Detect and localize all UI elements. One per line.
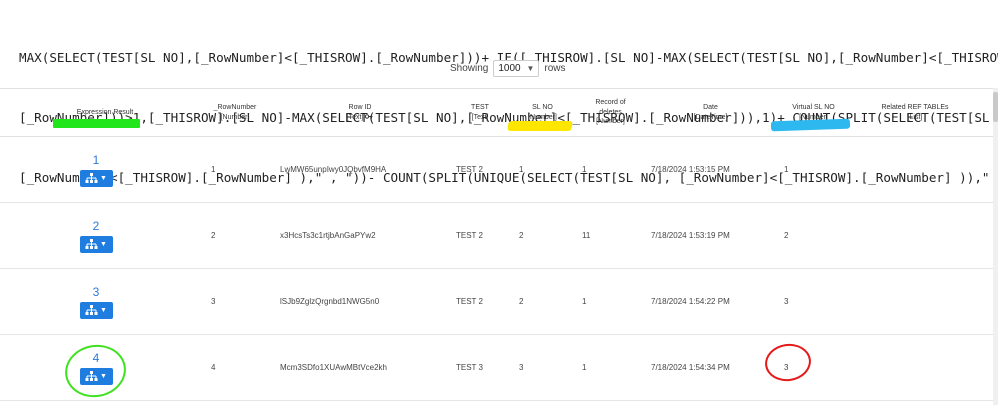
cell-test: TEST 2 [456,231,483,240]
highlight-expression-result [53,119,140,128]
column-header-row-id[interactable]: Row ID [Text] [320,89,400,136]
drill-down-button[interactable]: ▼ [79,169,113,187]
table-row[interactable]: 1 ▼ 1 LwMW65unpIwy0JQbvfM9HA TEST 2 1 1 7/18/20… [0,137,994,203]
table-row[interactable]: 2 ▼ 2 x3HcsTs3c1rtjbAnGaPYw2 TEST 2 2 11 7/18/2… [0,203,994,269]
vertical-scrollbar[interactable] [993,88,998,405]
column-header-date[interactable]: Date [DateTime] [678,89,743,136]
cell-expression-result: 1 ▼ [60,137,132,202]
column-header-test[interactable]: TEST [Text] [455,89,505,136]
cell-rownumber: 3 [211,297,216,306]
key-icon [365,114,373,119]
cell-date: 7/18/2024 1:54:34 PM [651,363,730,372]
cell-date: 7/18/2024 1:54:22 PM [651,297,730,306]
drill-down-button[interactable]: ▼ [79,235,113,253]
cell-virtual-sl-no: 3 [784,297,789,306]
cell-test: TEST 3 [456,363,483,372]
drill-down-button[interactable]: ▼ [79,301,113,319]
cell-row-id: LwMW65unpIwy0JQbvfM9HA [280,165,387,174]
cell-row-id: x3HcsTs3c1rtjbAnGaPYw2 [280,231,376,240]
showing-label: Showing [450,63,489,74]
cell-row-id: Mcm3SDfo1XUAwMBtVce2kh [280,363,387,372]
chevron-down-icon: ▼ [100,240,107,248]
hierarchy-icon [85,239,98,249]
cell-rownumber: 1 [211,165,216,174]
cell-sl-no: 2 [519,231,524,240]
expression-result-value[interactable]: 1 [93,153,100,167]
table-body: 1 ▼ 1 LwMW65unpIwy0JQbvfM9HA TEST 2 1 1 7/18/20… [0,137,994,401]
cell-record-of-deletes: 1 [582,165,587,174]
cell-test: TEST 2 [456,297,483,306]
chevron-down-icon: ▼ [526,64,535,73]
cell-record-of-deletes: 1 [582,297,587,306]
expression-result-value[interactable]: 3 [93,285,100,299]
results-table: Expression Result _RowNumber [Number] Ro… [0,88,994,401]
cell-record-of-deletes: 1 [582,363,587,372]
column-header-rownumber[interactable]: _RowNumber [Number] [200,89,270,136]
table-row[interactable]: 3 ▼ 3 lSJb9ZglzQrgnbd1NWG5n0 TEST 2 2 1 7/18/20… [0,269,994,335]
chevron-down-icon: ▼ [100,174,107,182]
rows-select-value: 1000 [498,63,521,74]
cell-rownumber: 4 [211,363,216,372]
cell-sl-no: 2 [519,297,524,306]
cell-sl-no: 3 [519,363,524,372]
cell-row-id: lSJb9ZglzQrgnbd1NWG5n0 [280,297,380,306]
cell-test: TEST 2 [456,165,483,174]
cell-date: 7/18/2024 1:53:19 PM [651,231,730,240]
hierarchy-icon [85,173,98,183]
hierarchy-icon [85,305,98,315]
column-header-record-of-deletes[interactable]: Record of deletes [Number] [583,89,638,136]
cell-expression-result: 2 ▼ [60,203,132,268]
table-row[interactable]: 4 ▼ 4 Mcm3SDfo1XUAwMBtVce2kh TEST 3 3 1 7/18/20… [0,335,994,401]
cell-sl-no: 1 [519,165,524,174]
chevron-down-icon: ▼ [100,306,107,314]
cell-record-of-deletes: 11 [582,231,591,240]
cell-rownumber: 2 [211,231,216,240]
column-header-related-ref-tables[interactable]: Related REF TABLEs [List] [870,89,960,136]
expression-result-value[interactable]: 2 [93,219,100,233]
table-header: Expression Result _RowNumber [Number] Ro… [0,88,994,137]
rows-label: rows [544,63,566,74]
highlight-sl-no [507,121,573,131]
rows-pager: Showing 1000 ▼ rows [450,60,565,77]
column-header-expression-result[interactable]: Expression Result [60,89,150,136]
cell-expression-result: 3 ▼ [60,269,132,334]
cell-virtual-sl-no: 2 [784,231,789,240]
scrollbar-thumb[interactable] [993,92,998,122]
cell-virtual-sl-no: 1 [784,165,789,174]
cell-date: 7/18/2024 1:53:15 PM [651,165,730,174]
rows-select[interactable]: 1000 ▼ [493,60,540,77]
